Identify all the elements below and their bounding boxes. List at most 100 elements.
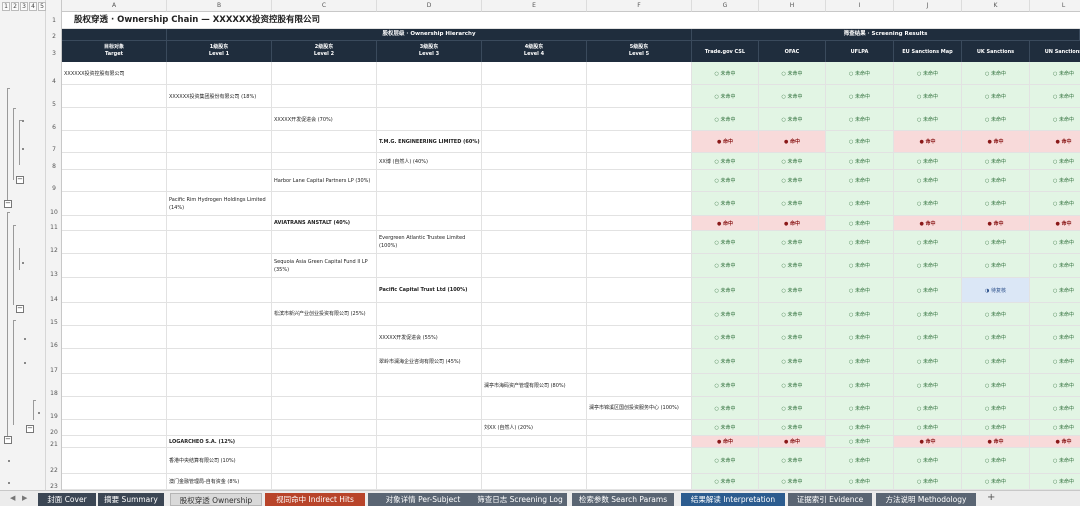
screening-result-j5[interactable]: ○ 未命中	[894, 85, 962, 108]
screening-result-j4[interactable]: ○ 未命中	[894, 62, 962, 85]
screening-result-h15[interactable]: ○ 未命中	[759, 303, 826, 326]
cell-a13[interactable]	[62, 254, 167, 278]
cell-e5[interactable]	[482, 85, 587, 108]
screening-result-j18[interactable]: ○ 未命中	[894, 374, 962, 397]
column-header-a[interactable]: A	[62, 0, 167, 12]
screening-result-g17[interactable]: ○ 未命中	[692, 349, 759, 374]
screening-result-i21[interactable]: ○ 未命中	[826, 436, 894, 448]
sheet-tab-6[interactable]: 筛查日志 Screening Log	[473, 493, 567, 506]
row-number-19[interactable]: 19	[46, 397, 62, 420]
screening-result-j13[interactable]: ○ 未命中	[894, 254, 962, 278]
cell-b13[interactable]	[167, 254, 272, 278]
cell-a6[interactable]	[62, 108, 167, 131]
cell-a16[interactable]	[62, 326, 167, 349]
cell-e13[interactable]	[482, 254, 587, 278]
cell-e16[interactable]	[482, 326, 587, 349]
screening-result-i9[interactable]: ○ 未命中	[826, 170, 894, 192]
screening-result-h12[interactable]: ○ 未命中	[759, 231, 826, 254]
cell-c10[interactable]	[272, 192, 377, 216]
screening-result-i6[interactable]: ○ 未命中	[826, 108, 894, 131]
cell-d19[interactable]	[377, 397, 482, 420]
row-number-11[interactable]: 11	[46, 216, 62, 231]
cell-b17[interactable]	[167, 349, 272, 374]
column-header-d[interactable]: D	[377, 0, 482, 12]
screening-result-g10[interactable]: ○ 未命中	[692, 192, 759, 216]
row-number-8[interactable]: 8	[46, 153, 62, 170]
screening-result-l17[interactable]: ○ 未命中	[1030, 349, 1080, 374]
column-header-e[interactable]: E	[482, 0, 587, 12]
cell-e12[interactable]	[482, 231, 587, 254]
screening-result-g5[interactable]: ○ 未命中	[692, 85, 759, 108]
sheet-tab-9[interactable]: 证据索引 Evidence	[788, 493, 872, 506]
outline-level-5[interactable]: 5	[38, 2, 46, 11]
screening-result-h16[interactable]: ○ 未命中	[759, 326, 826, 349]
screening-result-g14[interactable]: ○ 未命中	[692, 278, 759, 303]
screening-result-i11[interactable]: ○ 未命中	[826, 216, 894, 231]
cell-c21[interactable]	[272, 436, 377, 448]
cell-a21[interactable]	[62, 436, 167, 448]
cell-c15[interactable]: 松滨市新兴产业创业投资有限公司 (25%)	[272, 303, 377, 326]
screening-result-g8[interactable]: ○ 未命中	[692, 153, 759, 170]
cell-c19[interactable]	[272, 397, 377, 420]
cell-c20[interactable]	[272, 420, 377, 436]
outline-collapse-button[interactable]: −	[26, 425, 34, 433]
screening-result-i14[interactable]: ○ 未命中	[826, 278, 894, 303]
cell-e18[interactable]: 澜亭市海码资产管理有限公司 (80%)	[482, 374, 587, 397]
screening-result-l22[interactable]: ○ 未命中	[1030, 448, 1080, 474]
outline-level-2[interactable]: 2	[11, 2, 19, 11]
screening-result-k5[interactable]: ○ 未命中	[962, 85, 1030, 108]
cell-e11[interactable]	[482, 216, 587, 231]
row-number-15[interactable]: 15	[46, 303, 62, 326]
cell-a14[interactable]	[62, 278, 167, 303]
cell-f23[interactable]	[587, 474, 692, 490]
outline-level-4[interactable]: 4	[29, 2, 37, 11]
cell-f6[interactable]	[587, 108, 692, 131]
cell-a8[interactable]	[62, 153, 167, 170]
screening-result-k6[interactable]: ○ 未命中	[962, 108, 1030, 131]
cell-e6[interactable]	[482, 108, 587, 131]
screening-result-h10[interactable]: ○ 未命中	[759, 192, 826, 216]
tab-scroll-right-icon[interactable]: ▶	[22, 494, 27, 502]
sheet-tab-8[interactable]: 结果解读 Interpretation	[681, 493, 785, 506]
screening-result-l10[interactable]: ○ 未命中	[1030, 192, 1080, 216]
cell-e7[interactable]	[482, 131, 587, 153]
screening-result-l12[interactable]: ○ 未命中	[1030, 231, 1080, 254]
cell-f5[interactable]	[587, 85, 692, 108]
screening-result-g22[interactable]: ○ 未命中	[692, 448, 759, 474]
row-number-17[interactable]: 17	[46, 349, 62, 374]
row-number-2[interactable]: 2	[46, 29, 62, 45]
screening-result-h21[interactable]: ● 命中	[759, 436, 826, 448]
cell-d14[interactable]: Pacific Capital Trust Ltd (100%)	[377, 278, 482, 303]
cell-f15[interactable]	[587, 303, 692, 326]
screening-result-l9[interactable]: ○ 未命中	[1030, 170, 1080, 192]
cell-c14[interactable]	[272, 278, 377, 303]
cell-f20[interactable]	[587, 420, 692, 436]
screening-result-j15[interactable]: ○ 未命中	[894, 303, 962, 326]
screening-result-h23[interactable]: ○ 未命中	[759, 474, 826, 490]
cell-b8[interactable]	[167, 153, 272, 170]
cell-b16[interactable]	[167, 326, 272, 349]
screening-result-l8[interactable]: ○ 未命中	[1030, 153, 1080, 170]
cell-a11[interactable]	[62, 216, 167, 231]
screening-result-k17[interactable]: ○ 未命中	[962, 349, 1030, 374]
cell-e4[interactable]	[482, 62, 587, 85]
cell-a19[interactable]	[62, 397, 167, 420]
screening-result-h5[interactable]: ○ 未命中	[759, 85, 826, 108]
outline-level-3[interactable]: 3	[20, 2, 28, 11]
cell-e17[interactable]	[482, 349, 587, 374]
cell-d17[interactable]: 翠岭市澜海企业咨询有限公司 (45%)	[377, 349, 482, 374]
row-number-3[interactable]: 3	[46, 45, 62, 62]
cell-a12[interactable]	[62, 231, 167, 254]
screening-result-i10[interactable]: ○ 未命中	[826, 192, 894, 216]
outline-collapse-button[interactable]: −	[16, 305, 24, 313]
screening-result-j10[interactable]: ○ 未命中	[894, 192, 962, 216]
screening-result-g15[interactable]: ○ 未命中	[692, 303, 759, 326]
screening-result-h14[interactable]: ○ 未命中	[759, 278, 826, 303]
cell-a5[interactable]	[62, 85, 167, 108]
screening-result-j22[interactable]: ○ 未命中	[894, 448, 962, 474]
cell-b5[interactable]: XXXXXX投资集团股份有限公司 (18%)	[167, 85, 272, 108]
screening-result-g11[interactable]: ● 命中	[692, 216, 759, 231]
cell-d21[interactable]	[377, 436, 482, 448]
cell-d16[interactable]: XXXXX开发促进会 (55%)	[377, 326, 482, 349]
cell-d13[interactable]	[377, 254, 482, 278]
